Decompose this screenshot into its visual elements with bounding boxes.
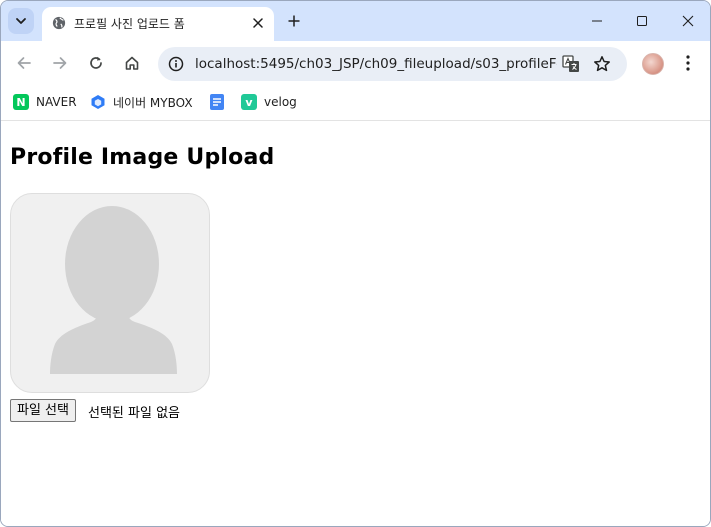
browser-menu-button[interactable]: [677, 50, 699, 76]
choose-file-button[interactable]: 파일 선택: [10, 399, 76, 422]
naver-icon: N: [13, 94, 29, 110]
bookmark-velog[interactable]: v velog: [241, 93, 297, 111]
new-tab-button[interactable]: [282, 9, 306, 33]
translate-icon: [562, 55, 579, 72]
star-icon: [594, 56, 610, 72]
maximize-button[interactable]: [619, 1, 665, 41]
translate-button[interactable]: [559, 52, 583, 76]
reload-icon: [90, 56, 102, 69]
minimize-icon: [592, 20, 602, 22]
page-content: Profile Image Upload 파일 선택 선택된 파일 없음: [1, 122, 710, 526]
minimize-button[interactable]: [574, 1, 620, 41]
globe-icon: [52, 16, 66, 30]
arrow-left-icon: [17, 57, 31, 69]
default-avatar-icon: [50, 206, 177, 374]
bookmark-naver[interactable]: N NAVER: [13, 93, 77, 111]
home-icon: [125, 56, 139, 70]
more-vertical-icon: [686, 55, 690, 71]
plus-icon: [288, 15, 300, 27]
bookmark-docs[interactable]: [210, 93, 231, 111]
bookmarks-bar: N NAVER 네이버 MYBOX v velog: [1, 85, 710, 121]
mybox-icon: [90, 94, 106, 110]
close-icon: [253, 18, 263, 28]
forward-button[interactable]: [47, 50, 73, 76]
bookmark-label: NAVER: [36, 95, 77, 109]
tab-close-button[interactable]: [248, 13, 268, 33]
chevron-down-icon: [16, 18, 26, 24]
browser-window: 프로필 사진 업로드 폼 localhost:5495/ch03_JSP/ch0…: [0, 0, 711, 527]
arrow-right-icon: [53, 57, 67, 69]
file-status-text: 선택된 파일 없음: [88, 406, 180, 421]
bookmark-star-button[interactable]: [590, 52, 614, 76]
maximize-icon: [637, 16, 647, 26]
docs-icon: [210, 94, 224, 110]
tab-title: 프로필 사진 업로드 폼: [74, 17, 185, 31]
browser-toolbar: localhost:5495/ch03_JSP/ch09_fileupload/…: [1, 41, 710, 85]
back-button[interactable]: [11, 50, 37, 76]
bookmark-label: 네이버 MYBOX: [113, 95, 193, 110]
velog-icon: v: [241, 94, 257, 110]
page-title: Profile Image Upload: [10, 145, 275, 170]
reload-button[interactable]: [83, 50, 109, 76]
info-icon: [168, 56, 184, 72]
close-icon: [682, 15, 694, 27]
profile-image-preview: [10, 193, 210, 393]
home-button[interactable]: [119, 50, 145, 76]
profile-avatar-button[interactable]: [642, 53, 664, 75]
bookmark-label: velog: [264, 95, 297, 109]
site-info-button[interactable]: [164, 52, 188, 76]
bookmark-mybox[interactable]: 네이버 MYBOX: [90, 93, 193, 111]
active-tab[interactable]: 프로필 사진 업로드 폼: [42, 7, 274, 41]
window-close-button[interactable]: [665, 1, 710, 41]
tab-strip: 프로필 사진 업로드 폼: [1, 1, 710, 41]
url-text: localhost:5495/ch03_JSP/ch09_fileupload/…: [195, 56, 557, 72]
address-bar[interactable]: localhost:5495/ch03_JSP/ch09_fileupload/…: [158, 47, 627, 81]
tab-search-button[interactable]: [8, 8, 34, 34]
